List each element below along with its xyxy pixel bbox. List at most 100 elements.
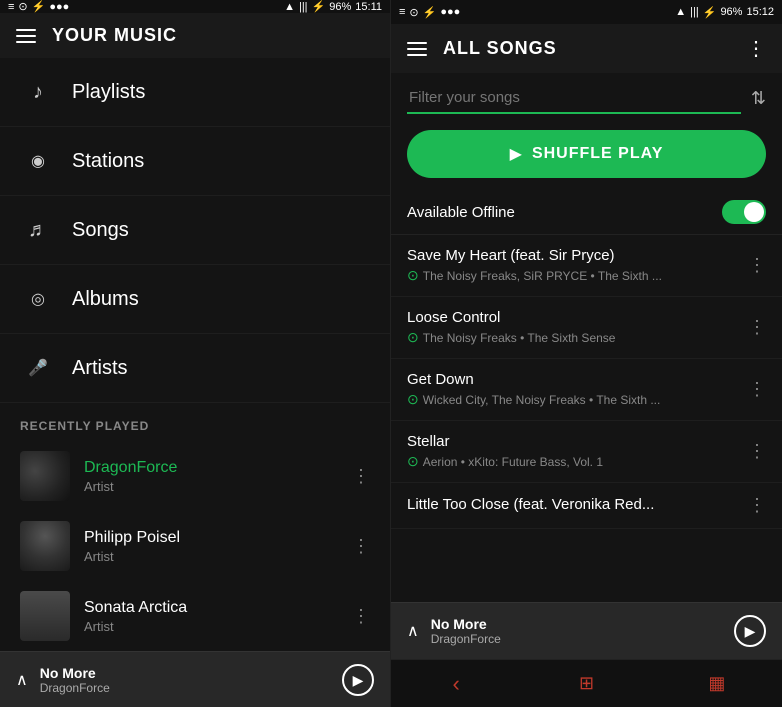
wifi-icon-r: ▲ xyxy=(675,6,686,18)
toggle-knob xyxy=(744,202,764,222)
download-icon-3: ⊙ xyxy=(407,453,419,470)
page-title-right: ALL SONGS xyxy=(443,38,557,59)
hamburger-status: ≡ xyxy=(8,1,14,13)
nav-label-playlists: Playlists xyxy=(72,81,145,104)
left-header: YOUR MUSIC xyxy=(0,13,390,58)
recent-item-sonata[interactable]: Sonata Arctica Artist ⋮ xyxy=(0,581,390,651)
back-button-right[interactable]: ‹ xyxy=(391,671,521,697)
offline-row: Available Offline xyxy=(391,190,782,235)
song-item-loose-control[interactable]: Loose Control ⊙ The Noisy Freaks • The S… xyxy=(391,297,782,359)
nav-item-artists[interactable]: 🎤 Artists xyxy=(0,334,390,403)
spotify-icon: ⊙ xyxy=(18,0,27,13)
stations-icon: ◉ xyxy=(20,143,56,179)
playlists-icon: ♪ xyxy=(20,74,56,110)
sort-icon[interactable]: ⇅ xyxy=(751,88,766,109)
status-right: ▲ ||| ⚡ 96% 15:11 xyxy=(284,0,382,13)
song-title-1: Loose Control xyxy=(407,309,748,326)
philipp-type: Artist xyxy=(84,549,352,564)
philipp-info: Philipp Poisel Artist xyxy=(84,529,352,564)
avatar-philipp xyxy=(20,521,70,571)
song-meta-3: ⊙ Aerion • xKito: Future Bass, Vol. 1 xyxy=(407,453,748,470)
home-button-right[interactable]: ⊞ xyxy=(521,673,651,694)
song-more-2[interactable]: ⋮ xyxy=(748,379,766,400)
sonata-more[interactable]: ⋮ xyxy=(352,606,370,627)
page-title-left: YOUR MUSIC xyxy=(52,25,177,46)
player-info-left: No More DragonForce xyxy=(40,665,342,695)
signal-bars: ||| xyxy=(299,1,308,13)
avatar-sonata xyxy=(20,591,70,641)
signal-bars-r: ||| xyxy=(690,6,699,18)
status-left-right: ≡ ⊙ ⚡ ●●● xyxy=(399,6,460,19)
recent-item-dragonforce[interactable]: DragonForce Artist ⋮ xyxy=(0,441,390,511)
dragonforce-info: DragonForce Artist xyxy=(84,459,352,494)
status-right-right: ▲ ||| ⚡ 96% 15:12 xyxy=(675,6,774,19)
player-artist-left: DragonForce xyxy=(40,681,342,695)
song-info-get-down: Get Down ⊙ Wicked City, The Noisy Freaks… xyxy=(407,371,748,408)
philipp-name: Philipp Poisel xyxy=(84,529,352,547)
battery-left: 96% xyxy=(329,1,351,13)
charge-icon: ⚡ xyxy=(312,0,326,13)
sonata-info: Sonata Arctica Artist xyxy=(84,599,352,634)
signal-icons-r: ●●● xyxy=(440,6,460,18)
player-song-left: No More xyxy=(40,665,342,681)
nav-item-songs[interactable]: ♬ Songs xyxy=(0,196,390,265)
usb-icon: ⚡ xyxy=(32,0,46,13)
signal-icons: ●●● xyxy=(49,1,69,13)
recent-item-philipp[interactable]: Philipp Poisel Artist ⋮ xyxy=(0,511,390,581)
song-item-get-down[interactable]: Get Down ⊙ Wicked City, The Noisy Freaks… xyxy=(391,359,782,421)
song-item-stellar[interactable]: Stellar ⊙ Aerion • xKito: Future Bass, V… xyxy=(391,421,782,483)
player-play-right[interactable]: ▶ xyxy=(734,615,766,647)
sonata-name: Sonata Arctica xyxy=(84,599,352,617)
song-item-save-my-heart[interactable]: Save My Heart (feat. Sir Pryce) ⊙ The No… xyxy=(391,235,782,297)
player-bar-left: ∧ No More DragonForce ▶ xyxy=(0,651,390,707)
player-song-right: No More xyxy=(431,616,734,632)
song-item-little-too-close[interactable]: Little Too Close (feat. Veronika Red... … xyxy=(391,483,782,529)
nav-label-albums: Albums xyxy=(72,288,139,311)
player-artist-right: DragonForce xyxy=(431,632,734,646)
filter-input[interactable] xyxy=(407,83,741,114)
avatar-dragonforce xyxy=(20,451,70,501)
right-panel: ≡ ⊙ ⚡ ●●● ▲ ||| ⚡ 96% 15:12 ALL SONGS ⋮ … xyxy=(391,0,782,707)
apps-button-right[interactable]: ▦ xyxy=(652,673,782,694)
right-header: ALL SONGS ⋮ xyxy=(391,24,782,73)
status-bar-right: ≡ ⊙ ⚡ ●●● ▲ ||| ⚡ 96% 15:12 xyxy=(391,0,782,24)
shuffle-play-label: SHUFFLE PLAY xyxy=(532,145,663,163)
player-play-left[interactable]: ▶ xyxy=(342,664,374,696)
filter-bar: ⇅ xyxy=(391,73,782,124)
song-info-loose-control: Loose Control ⊙ The Noisy Freaks • The S… xyxy=(407,309,748,346)
time-right: 15:12 xyxy=(746,6,774,18)
nav-item-albums[interactable]: ◎ Albums xyxy=(0,265,390,334)
song-info-little-too-close: Little Too Close (feat. Veronika Red... xyxy=(407,496,748,516)
song-info-stellar: Stellar ⊙ Aerion • xKito: Future Bass, V… xyxy=(407,433,748,470)
philipp-more[interactable]: ⋮ xyxy=(352,536,370,557)
offline-toggle[interactable] xyxy=(722,200,766,224)
dragonforce-name: DragonForce xyxy=(84,459,352,477)
song-meta: ⊙ The Noisy Freaks, SiR PRYCE • The Sixt… xyxy=(407,267,748,284)
nav-item-playlists[interactable]: ♪ Playlists xyxy=(0,58,390,127)
spotify-icon-r: ⊙ xyxy=(409,6,418,19)
menu-button[interactable] xyxy=(16,29,36,43)
status-left: ≡ ⊙ ⚡ ●●● xyxy=(8,0,69,13)
nav-label-artists: Artists xyxy=(72,357,128,380)
dragonforce-more[interactable]: ⋮ xyxy=(352,466,370,487)
song-title-3: Stellar xyxy=(407,433,748,450)
shuffle-play-button[interactable]: ▶ SHUFFLE PLAY xyxy=(407,130,766,178)
player-expand-left[interactable]: ∧ xyxy=(16,670,28,690)
songs-icon: ♬ xyxy=(20,212,56,248)
download-icon-2: ⊙ xyxy=(407,391,419,408)
more-options-right[interactable]: ⋮ xyxy=(746,36,766,61)
menu-button-right[interactable] xyxy=(407,42,427,56)
song-title: Save My Heart (feat. Sir Pryce) xyxy=(407,247,748,264)
charge-icon-r: ⚡ xyxy=(703,6,717,19)
dragonforce-type: Artist xyxy=(84,479,352,494)
download-icon: ⊙ xyxy=(407,267,419,284)
song-info-save-my-heart: Save My Heart (feat. Sir Pryce) ⊙ The No… xyxy=(407,247,748,284)
song-meta-2: ⊙ Wicked City, The Noisy Freaks • The Si… xyxy=(407,391,748,408)
nav-item-stations[interactable]: ◉ Stations xyxy=(0,127,390,196)
song-more-4[interactable]: ⋮ xyxy=(748,495,766,516)
song-more-0[interactable]: ⋮ xyxy=(748,255,766,276)
battery-right: 96% xyxy=(720,6,742,18)
song-more-3[interactable]: ⋮ xyxy=(748,441,766,462)
song-more-1[interactable]: ⋮ xyxy=(748,317,766,338)
player-expand-right[interactable]: ∧ xyxy=(407,621,419,641)
